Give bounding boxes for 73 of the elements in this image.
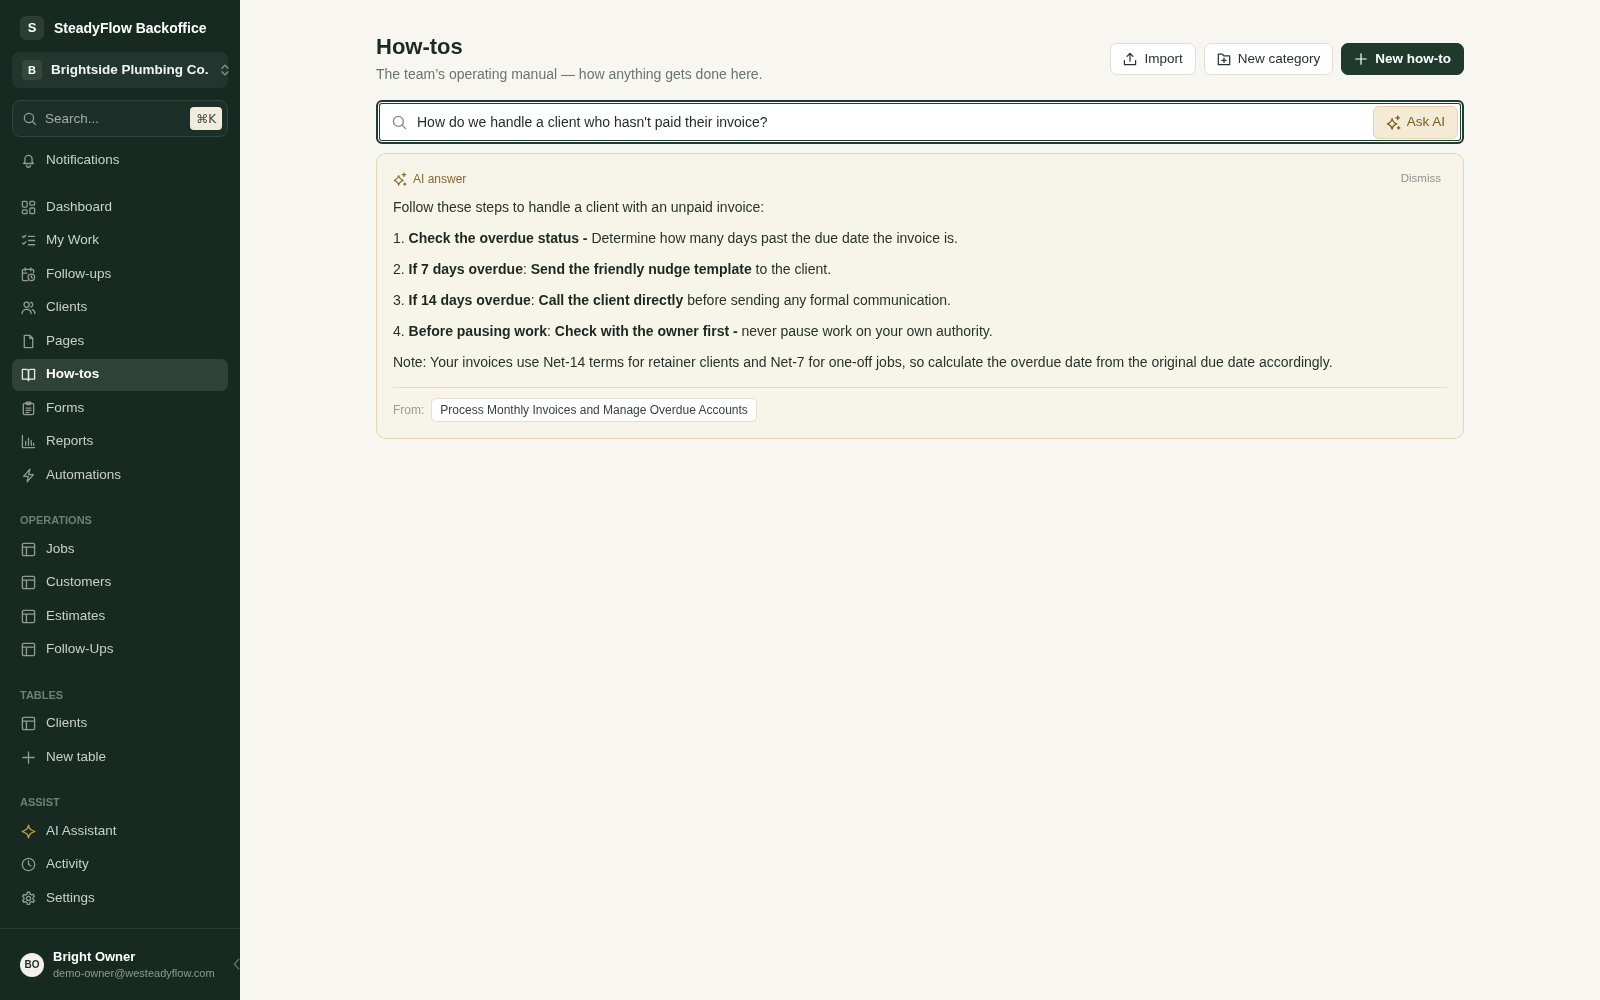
nav-item[interactable]: Automations [12, 459, 228, 491]
page-icon [21, 333, 36, 349]
nav-item[interactable]: Activity [12, 848, 228, 881]
new-category-button[interactable]: New category [1203, 43, 1334, 75]
clipboard-icon [21, 400, 36, 416]
plus-icon [21, 749, 36, 765]
section-heading: TABLES [20, 687, 64, 703]
sparkles-icon [393, 172, 407, 186]
answer-label: AI answer [413, 171, 467, 188]
answer-note: Note: Your invoices use Net-14 terms for retainer clients and Net-7 for one-off jobs, so calculate the overdue date from the original due date accordingly. [393, 353, 1334, 372]
app-name: SteadyFlow Backoffice [54, 18, 207, 38]
nav-item[interactable]: Reports [12, 425, 228, 458]
grid-icon [21, 199, 36, 215]
import-button[interactable]: Import [1110, 43, 1196, 75]
table-icon [21, 608, 36, 624]
nav-item[interactable]: Follow-ups [12, 258, 228, 290]
answer-text: Follow these steps to handle a client with an unpaid invoice: [393, 198, 766, 217]
section-heading: ASSIST [20, 795, 60, 810]
lightning-icon [21, 467, 36, 483]
bar-chart-icon [21, 434, 36, 449]
table-icon [21, 642, 36, 657]
answer-step: 2. If 7 days overdue: Send the friendly nudge template to the client. [393, 259, 1447, 279]
nav-item[interactable]: AI Assistant [12, 815, 228, 847]
ask-ai-button[interactable]: Ask AI [1372, 105, 1458, 139]
workspace-badge: B [22, 60, 42, 80]
nav-item[interactable]: How-tos [12, 358, 228, 391]
nav-item[interactable]: Notifications [12, 144, 228, 176]
answer-step: 1. Check the overdue status - Determine how many days past the due date the invoice is. [393, 228, 1447, 248]
nav-item[interactable]: Customers [12, 566, 228, 599]
search-icon [392, 114, 407, 130]
table-icon [21, 541, 36, 557]
source-link[interactable]: Process Monthly Invoices and Manage Overdue Accounts [431, 398, 757, 422]
nav-item[interactable]: Estimates [12, 600, 228, 632]
page-subtitle: The team’s operating manual — how anything gets done here. [376, 65, 763, 84]
book-icon [21, 367, 36, 382]
answer-step: 3. If 14 days overdue: Call the client directly before sending any formal communication. [393, 290, 1447, 310]
nav-item[interactable]: Forms [12, 392, 228, 424]
bell-icon [21, 152, 36, 168]
search-icon [23, 111, 37, 126]
user-avatar: BO [20, 952, 44, 977]
folder-plus-icon [1216, 52, 1231, 66]
sparkle-icon [21, 823, 36, 839]
clock-icon [21, 857, 36, 872]
answer-step: 4. Before pausing work: Check with the owner first - never pause work on your own authority. [393, 321, 1447, 341]
nav-item[interactable]: Clients [12, 707, 228, 740]
user-email: demo-owner@westeadyflow.com [53, 966, 216, 981]
chevron-left-icon[interactable] [233, 958, 240, 971]
nav-item[interactable]: My Work [12, 224, 228, 257]
nav-item[interactable]: Dashboard [12, 191, 228, 223]
new-how-to-button[interactable]: New how-to [1341, 43, 1464, 75]
nav-item[interactable]: Clients [12, 291, 228, 324]
nav-item[interactable]: Follow-Ups [12, 633, 228, 666]
source-label: From: [393, 402, 425, 419]
app-logo: S [20, 16, 44, 40]
table-icon [21, 575, 36, 590]
nav-item[interactable]: New table [12, 741, 228, 773]
ask-field[interactable]: How do we handle a client who hasn't paid their invoice? Ask AI [376, 100, 1464, 144]
nav-item[interactable]: Pages [12, 325, 228, 357]
table-icon [21, 716, 36, 731]
page-title: How-tos [376, 34, 464, 60]
gear-icon [21, 890, 36, 906]
workspace-switcher[interactable]: B Brightside Plumbing Co. [12, 52, 228, 88]
calendar-clock-icon [21, 266, 36, 282]
plus-icon [1354, 52, 1369, 66]
section-heading: OPERATIONS [20, 513, 92, 528]
upload-icon [1123, 52, 1138, 66]
shortcut-key: ⌘K [190, 107, 222, 130]
nav-item[interactable]: Jobs [12, 533, 228, 565]
checklist-icon [21, 233, 36, 248]
nav-item[interactable]: Settings [12, 882, 228, 914]
sparkles-icon [1385, 114, 1401, 130]
user-name: Bright Owner [53, 948, 137, 965]
people-icon [21, 300, 36, 315]
